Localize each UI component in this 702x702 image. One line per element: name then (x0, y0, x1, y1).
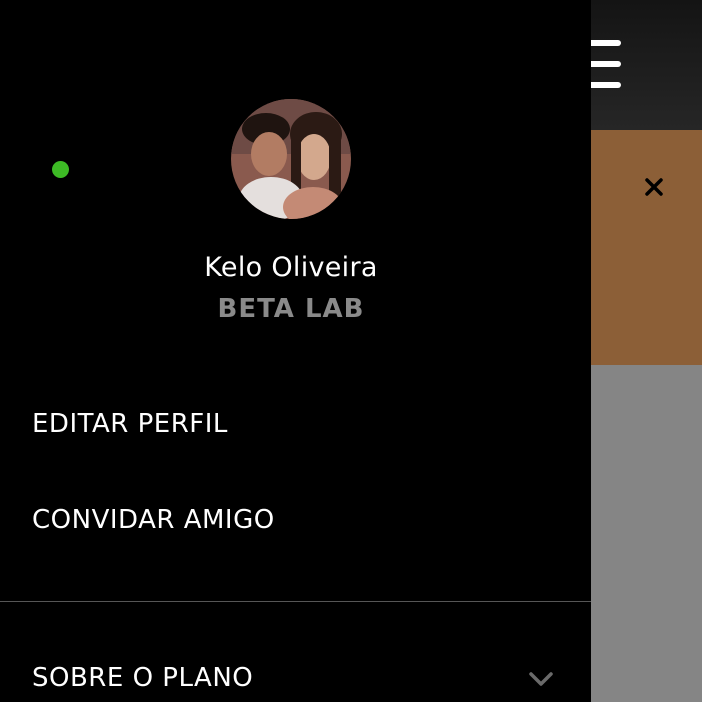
menu-item-invite-friend[interactable]: CONVIDAR AMIGO (32, 505, 275, 535)
avatar[interactable] (231, 99, 351, 219)
user-name: Kelo Oliveira (204, 252, 378, 283)
chevron-down-icon (529, 672, 553, 686)
online-status-indicator (52, 161, 69, 178)
menu-item-edit-profile[interactable]: EDITAR PERFIL (32, 409, 228, 439)
close-banner-button[interactable] (638, 171, 670, 203)
user-plan: BETA LAB (217, 294, 365, 324)
divider (0, 601, 591, 602)
side-drawer: Kelo Oliveira BETA LAB EDITAR PERFIL CON… (0, 0, 591, 702)
close-icon (645, 178, 663, 196)
menu-item-about-plan[interactable]: SOBRE O PLANO (32, 663, 253, 693)
avatar-photo (231, 99, 351, 219)
about-plan-expand-button[interactable] (526, 668, 556, 690)
